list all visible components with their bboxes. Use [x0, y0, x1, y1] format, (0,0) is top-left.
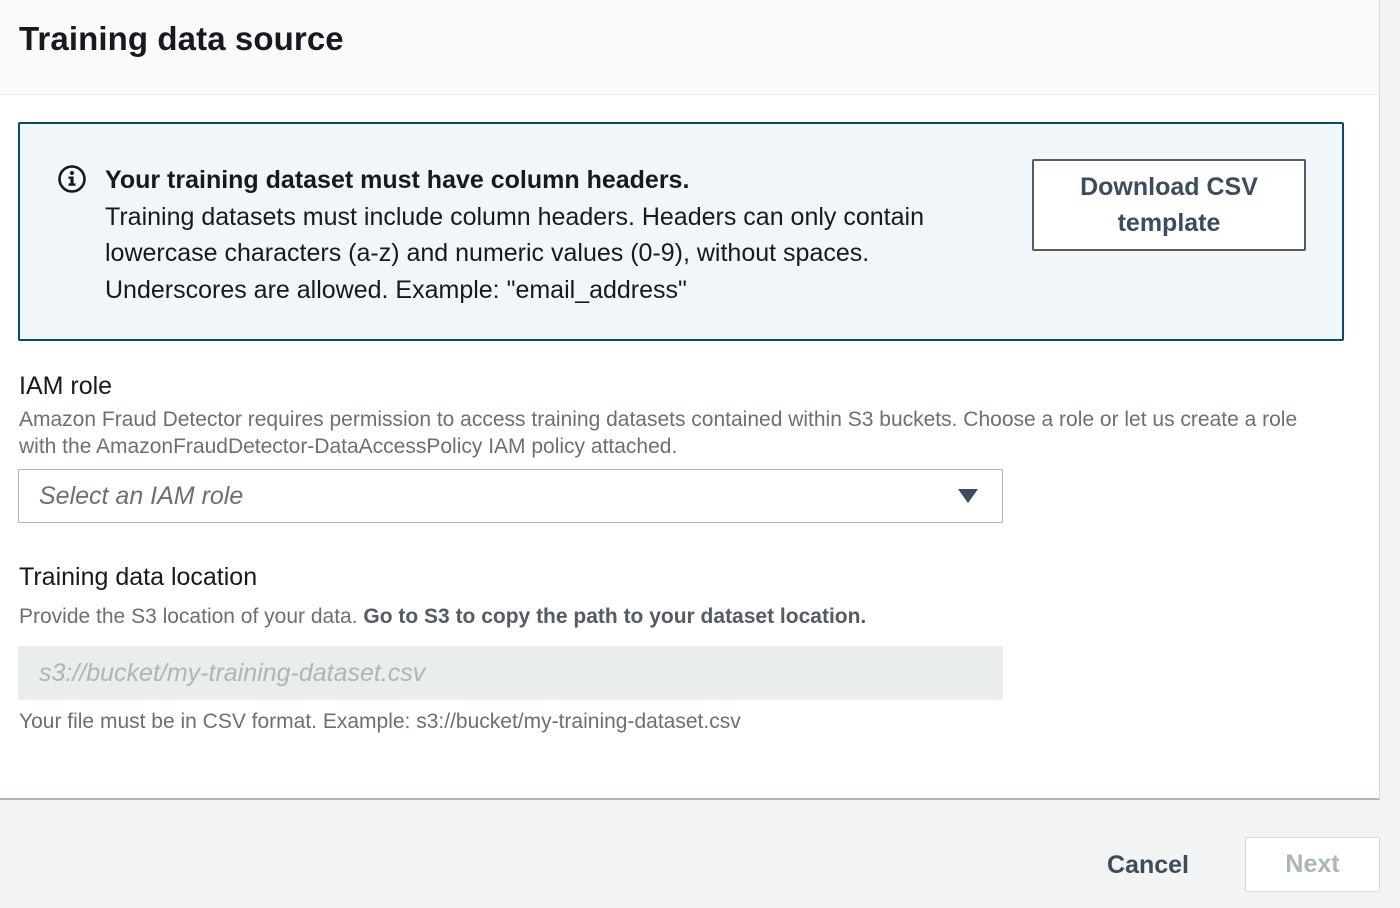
- training-data-location-description-text: Provide the S3 location of your data.: [19, 605, 358, 628]
- s3-location-input[interactable]: [18, 646, 1003, 700]
- panel-title: Training data source: [19, 20, 344, 57]
- caret-down-icon: [958, 489, 978, 503]
- training-data-location-description: Provide the S3 location of your data. Go…: [19, 603, 1339, 630]
- iam-role-description: Amazon Fraud Detector requires permissio…: [19, 408, 1298, 458]
- iam-role-select[interactable]: Select an IAM role: [18, 469, 1003, 523]
- training-data-source-panel: Training data source Your training datas…: [0, 0, 1380, 800]
- iam-role-label: IAM role: [19, 372, 113, 400]
- info-alert-heading: Your training dataset must have column h…: [105, 166, 690, 194]
- download-csv-template-button[interactable]: Download CSV template: [1032, 159, 1306, 251]
- training-data-location-label: Training data location: [19, 563, 258, 591]
- s3-location-constraint: Your file must be in CSV format. Example…: [19, 710, 741, 733]
- info-icon: [58, 165, 86, 193]
- go-to-s3-hint: Go to S3 to copy the path to your datase…: [363, 605, 867, 628]
- cancel-button[interactable]: Cancel: [1088, 838, 1208, 892]
- next-button[interactable]: Next: [1245, 837, 1380, 892]
- info-alert-body: Training datasets must include column he…: [105, 202, 924, 304]
- iam-role-select-placeholder: Select an IAM role: [39, 482, 244, 510]
- info-alert-text: Your training dataset must have column h…: [105, 162, 985, 308]
- panel-header: Training data source: [0, 0, 1379, 95]
- info-alert: Your training dataset must have column h…: [18, 122, 1344, 341]
